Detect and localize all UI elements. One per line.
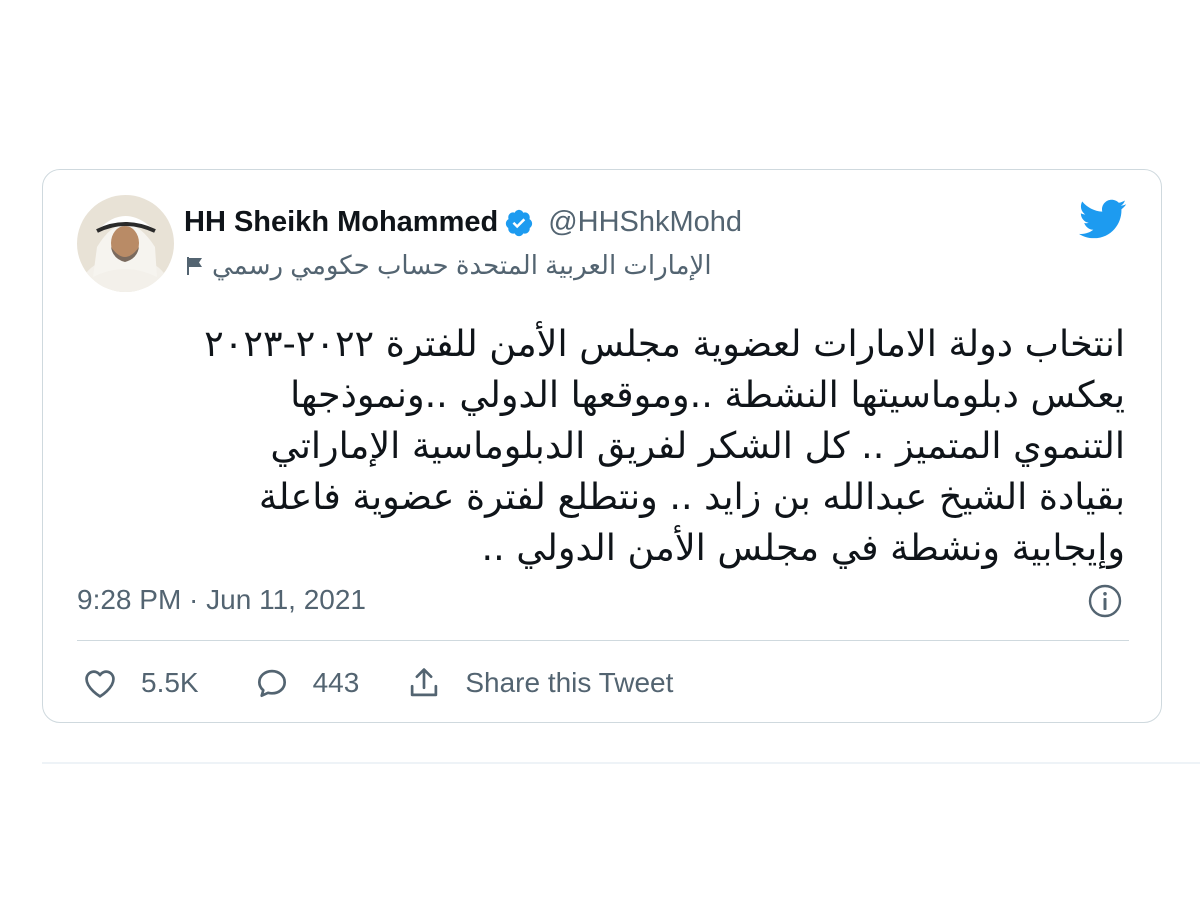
tweet-actions: 5.5K 443 Share this Tweet (81, 664, 673, 702)
like-button[interactable]: 5.5K (81, 664, 199, 702)
page-separator-line (42, 762, 1200, 764)
author-display-name[interactable]: HH Sheikh Mohammed (184, 206, 498, 239)
flag-icon (184, 255, 206, 277)
like-count: 5.5K (141, 667, 199, 698)
card-divider (77, 640, 1129, 641)
page: HH Sheikh Mohammed @HHShkMohd الإمارات ا… (0, 0, 1200, 900)
author-handle[interactable]: @HHShkMohd (548, 206, 742, 239)
speech-bubble-icon (257, 669, 286, 698)
tweet-line: بقيادة الشيخ عبدالله بن زايد .. ونتطلع ل… (258, 475, 1125, 518)
tweet-line: انتخاب دولة الامارات لعضوية مجلس الأمن ل… (204, 322, 1125, 365)
government-account-label: الإمارات العربية المتحدة حساب حكومي رسمي (212, 250, 712, 280)
tweet-embed-card[interactable]: HH Sheikh Mohammed @HHShkMohd الإمارات ا… (42, 169, 1162, 723)
government-label-row: الإمارات العربية المتحدة حساب حكومي رسمي (184, 250, 712, 281)
tweet-line: وإيجابية ونشطة في مجلس الأمن الدولي .. (481, 526, 1125, 569)
info-icon[interactable] (1087, 583, 1123, 619)
reply-button[interactable]: 443 (253, 664, 360, 702)
share-button[interactable]: Share this Tweet (405, 664, 673, 702)
tweet-body: انتخاب دولة الامارات لعضوية مجلس الأمن ل… (65, 318, 1125, 573)
share-upload-icon (411, 668, 438, 697)
person-avatar-icon (77, 195, 174, 292)
heart-icon (85, 670, 115, 698)
tweet-timestamp[interactable]: 9:28 PM · Jun 11, 2021 (77, 584, 366, 616)
tweet-line: يعكس دبلوماسيتها النشطة ..وموقعها الدولي… (290, 373, 1125, 416)
tweet-line: التنموي المتميز .. كل الشكر لفريق الدبلو… (270, 424, 1125, 467)
author-name-row: HH Sheikh Mohammed @HHShkMohd (184, 206, 742, 239)
twitter-bird-icon[interactable] (1077, 198, 1127, 240)
share-label: Share this Tweet (465, 667, 674, 698)
verified-badge-icon (504, 208, 534, 238)
reply-count: 443 (312, 667, 360, 698)
author-avatar[interactable] (77, 195, 174, 292)
